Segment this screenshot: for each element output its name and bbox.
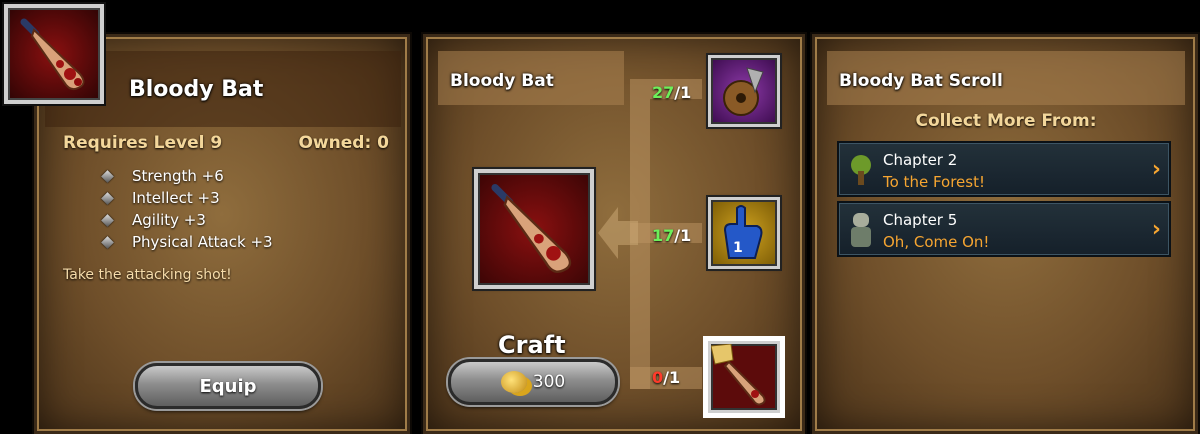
crafting-panel: Bloody Bat 27/1 17/1 0/1 Craft 300 1 xyxy=(421,32,807,434)
svg-text:1: 1 xyxy=(733,240,743,256)
source-chapter-2[interactable]: Chapter 2 To the Forest! › xyxy=(837,141,1171,197)
ingredient-slot[interactable]: 1 xyxy=(706,195,782,271)
chapter-label: Chapter 5 xyxy=(883,211,958,229)
chevron-right-icon: › xyxy=(1151,157,1161,182)
craft-label: Craft xyxy=(498,331,566,359)
collect-more-label: Collect More From: xyxy=(915,111,1097,131)
bullet-icon xyxy=(101,235,114,249)
arrow-left-icon xyxy=(598,207,638,259)
bloody-bat-scroll-icon xyxy=(710,343,766,406)
chapter-label: Chapter 2 xyxy=(883,151,958,169)
item-flavor-text: Take the attacking shot! xyxy=(63,267,232,283)
owned-count: Owned: 0 xyxy=(298,133,389,153)
bell-horn-icon xyxy=(723,67,764,116)
stage-label: To the Forest! xyxy=(883,173,985,191)
stat-row: Strength +6 xyxy=(101,167,224,185)
stage-label: Oh, Come On! xyxy=(883,233,990,251)
bloody-bat-icon xyxy=(20,18,85,91)
stat-row: Intellect +3 xyxy=(101,189,220,207)
scroll-sources-panel: Bloody Bat Scroll Collect More From: Cha… xyxy=(810,32,1200,434)
bloody-bat-icon xyxy=(491,183,572,273)
ingredient-count: 17/1 xyxy=(652,226,692,245)
craft-item-name: Bloody Bat xyxy=(450,71,554,91)
required-level: Requires Level 9 xyxy=(63,133,223,153)
ingredient-slot-selected[interactable] xyxy=(703,336,785,418)
equip-button[interactable]: Equip xyxy=(135,363,321,409)
stat-row: Physical Attack +3 xyxy=(101,233,273,251)
gold-coins-icon xyxy=(500,371,527,393)
ingredient-slot[interactable] xyxy=(706,53,782,129)
craft-cost: 300 xyxy=(532,372,566,392)
bullet-icon xyxy=(101,213,114,227)
item-icon-frame xyxy=(4,4,104,104)
ingredient-count: 0/1 xyxy=(652,368,681,387)
chevron-right-icon: › xyxy=(1151,217,1161,242)
foam-finger-icon: 1 xyxy=(723,205,763,259)
craft-button[interactable]: 300 xyxy=(448,359,618,405)
scroll-name: Bloody Bat Scroll xyxy=(839,71,1003,91)
stat-row: Agility +3 xyxy=(101,211,206,229)
bullet-icon xyxy=(101,191,114,205)
item-name: Bloody Bat xyxy=(129,77,264,102)
forest-tree-icon xyxy=(847,153,875,187)
source-chapter-5[interactable]: Chapter 5 Oh, Come On! › xyxy=(837,201,1171,257)
bullet-icon xyxy=(101,169,114,183)
ingredient-count: 27/1 xyxy=(652,83,692,102)
crafted-item-frame[interactable] xyxy=(472,167,596,291)
mummy-icon xyxy=(847,211,875,249)
